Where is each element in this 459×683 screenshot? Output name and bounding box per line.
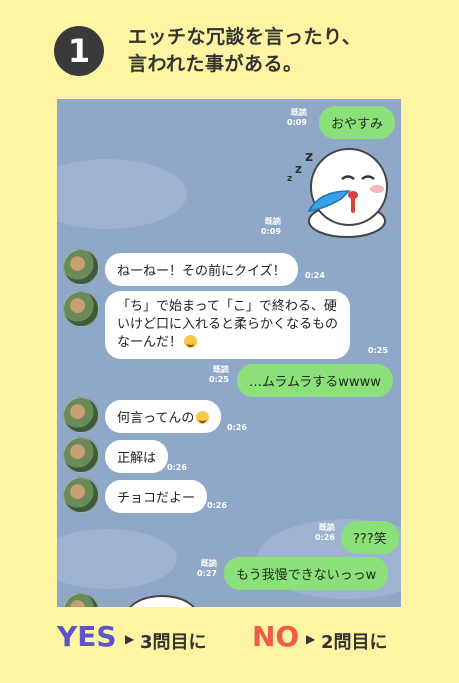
cloud-decoration <box>57 529 177 589</box>
no-label[interactable]: NO <box>252 620 299 653</box>
their-message-bubble: 「ち」で始まって「こ」で終わる、硬 いけど口に入れると柔らかくなるもの なーんだ… <box>105 291 351 359</box>
question-number-badge: 1 <box>54 26 104 76</box>
arrow-right-icon: ▶ <box>306 632 316 646</box>
my-message-bubble: ???笑 <box>341 521 399 554</box>
read-receipt: 既読 0:09 <box>261 217 281 236</box>
svg-text:z: z <box>295 162 302 176</box>
svg-text:z: z <box>305 149 313 165</box>
question-line-2: 言われた事がある。 <box>128 53 303 75</box>
arrow-right-icon: ▶ <box>125 632 135 646</box>
cloud-decoration <box>57 159 187 229</box>
avatar[interactable] <box>63 291 99 327</box>
my-message-bubble: …ムラムラするwwww <box>237 364 393 397</box>
message-time: 0:26 <box>207 501 227 510</box>
avatar[interactable] <box>63 593 99 607</box>
avatar[interactable] <box>63 477 99 513</box>
message-time: 0:25 <box>368 346 388 355</box>
svg-text:z: z <box>287 174 292 184</box>
their-message-bubble: 何言ってんの <box>105 400 222 433</box>
my-message-bubble: もう我慢できないっっw <box>224 557 389 590</box>
message-time: 0:24 <box>305 271 325 280</box>
smile-emoji-icon <box>184 335 198 348</box>
read-receipt: 既読 0:09 <box>287 108 307 127</box>
read-receipt: 既読 0:27 <box>197 559 217 578</box>
sticker-partial <box>125 595 199 607</box>
message-time: 0:26 <box>227 423 247 432</box>
smile-emoji-icon <box>196 411 210 424</box>
avatar[interactable] <box>63 437 99 473</box>
chat-screenshot: 既読 0:09 おやすみ 既読 0:09 z z z ねーねー！その前にクイズ！ 0… <box>57 99 401 607</box>
sleeping-sticker-icon: z z z <box>287 148 388 238</box>
no-destination[interactable]: 2問目に <box>321 628 388 654</box>
their-message-bubble: 正解は <box>105 440 169 473</box>
read-receipt: 既読 0:25 <box>209 365 229 384</box>
read-receipt: 既読 0:26 <box>315 523 335 542</box>
answer-footer: YES ▶ 3問目に NO ▶ 2問目に <box>0 620 459 660</box>
my-message-bubble: おやすみ <box>319 106 396 139</box>
question-line-1: エッチな冗談を言ったり、 <box>128 26 362 48</box>
their-message-bubble: チョコだよー <box>105 480 208 513</box>
yes-label[interactable]: YES <box>57 620 117 653</box>
question-text: エッチな冗談を言ったり、 言われた事がある。 <box>128 24 418 78</box>
their-message-bubble: ねーねー！その前にクイズ！ <box>105 253 298 286</box>
avatar[interactable] <box>63 397 99 433</box>
message-time: 0:26 <box>167 463 187 472</box>
avatar[interactable] <box>63 249 99 285</box>
yes-destination[interactable]: 3問目に <box>140 628 207 654</box>
